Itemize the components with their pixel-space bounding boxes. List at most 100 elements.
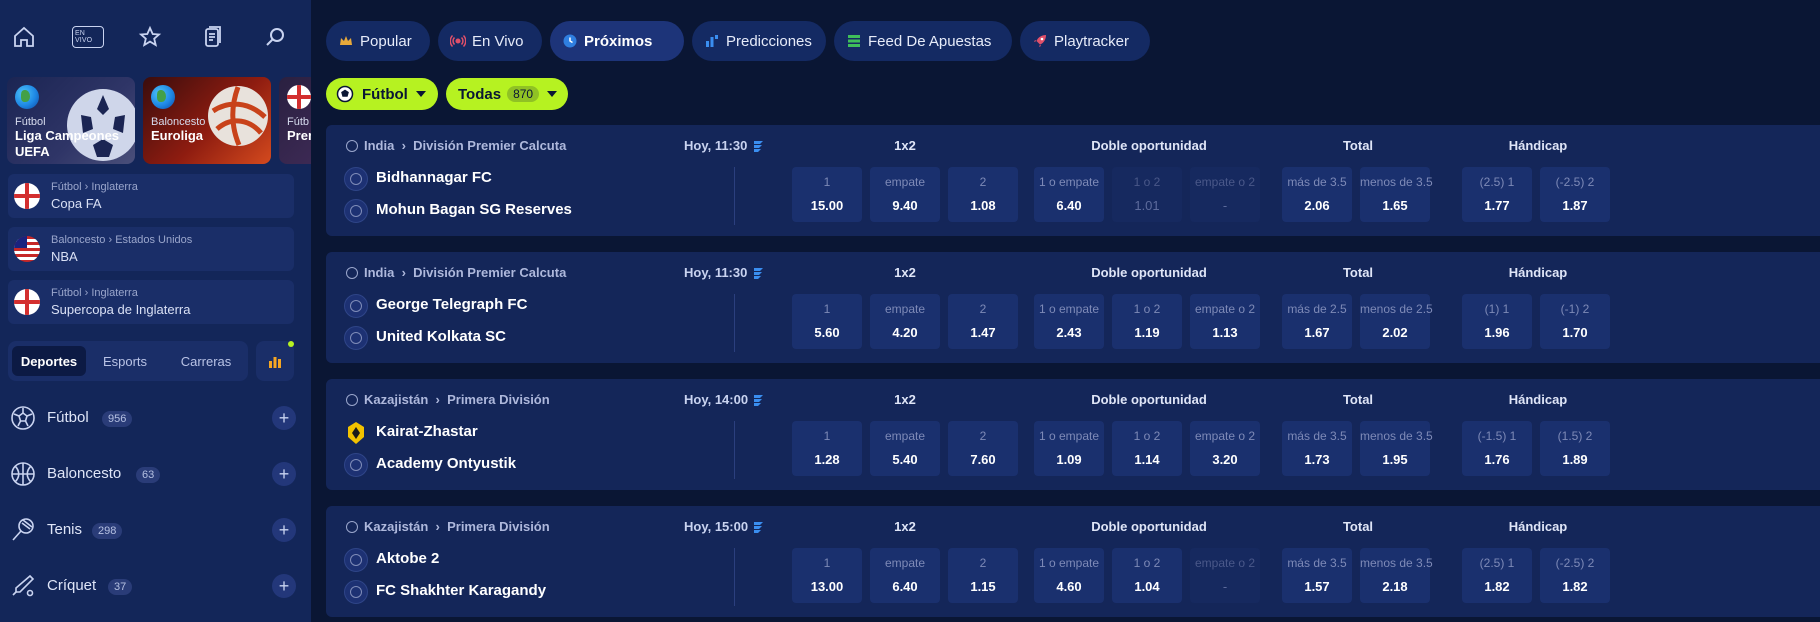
odd-button[interactable]: empate o 2 3.20 (1190, 421, 1260, 476)
odd-button[interactable]: 2 7.60 (948, 421, 1018, 476)
favorite-nba[interactable]: Baloncesto › Estados Unidos NBA (8, 227, 294, 271)
odd-button[interactable]: 2 1.47 (948, 294, 1018, 349)
tab-popular[interactable]: Popular (326, 21, 430, 61)
soccer-ball-icon (346, 521, 358, 533)
odd-button[interactable]: empate 6.40 (870, 548, 940, 603)
odd-button[interactable]: menos de 2.5 2.02 (1360, 294, 1433, 349)
segment-esports[interactable]: Esports (88, 346, 162, 376)
odd-value: 1.28 (814, 452, 840, 467)
promo-card-champions-league[interactable]: Fútbol Liga Campeones UEFA (7, 77, 135, 164)
all-filter-label: Todas (458, 85, 502, 103)
odd-button[interactable]: menos de 3.5 2.18 (1360, 548, 1433, 603)
odd-button[interactable]: 1 1.28 (792, 421, 862, 476)
tab-proximos[interactable]: Próximos (550, 21, 684, 61)
odd-button[interactable]: (2.5) 1 1.82 (1462, 548, 1532, 603)
match-card[interactable]: Kazajistán › Primera División Hoy, 14:00 K… (326, 379, 1820, 490)
odd-button[interactable]: menos de 3.5 1.95 (1360, 421, 1433, 476)
odd-button[interactable]: 1 13.00 (792, 548, 862, 603)
odd-value: 1.19 (1134, 325, 1160, 340)
sport-row-futbol[interactable]: Fútbol 956 + (10, 403, 300, 433)
home-team[interactable]: Kairat-Zhastar (344, 421, 744, 445)
tab-en-vivo[interactable]: En Vivo (438, 21, 542, 61)
odd-button[interactable]: (-1) 2 1.70 (1540, 294, 1610, 349)
odd-button[interactable]: 1 o 2 1.19 (1112, 294, 1182, 349)
odd-button[interactable]: empate o 2 1.13 (1190, 294, 1260, 349)
stats-icon[interactable] (752, 393, 764, 407)
odd-button[interactable]: 1 o 2 1.14 (1112, 421, 1182, 476)
odd-button[interactable]: empate 4.20 (870, 294, 940, 349)
team-logo-icon (344, 453, 368, 477)
sport-row-tenis[interactable]: Tenis 298 + (10, 515, 300, 545)
home-icon[interactable] (10, 22, 38, 52)
odd-button[interactable]: 1 o empate 2.43 (1034, 294, 1104, 349)
odd-button[interactable]: 2 1.08 (948, 167, 1018, 222)
match-card[interactable]: India › División Premier Calcuta Hoy, 11:… (326, 125, 1820, 236)
home-team[interactable]: Aktobe 2 (344, 548, 744, 572)
en-vivo-icon[interactable]: EN VIVO (72, 22, 104, 52)
odd-button[interactable]: más de 3.5 1.73 (1282, 421, 1352, 476)
odd-button[interactable]: menos de 3.5 1.65 (1360, 167, 1433, 222)
odd-button[interactable]: 1 o empate 1.09 (1034, 421, 1104, 476)
odd-button[interactable]: 1 5.60 (792, 294, 862, 349)
home-team[interactable]: Bidhannagar FC (344, 167, 744, 191)
segment-deportes[interactable]: Deportes (12, 346, 86, 376)
notification-dot (288, 341, 294, 347)
expand-plus-icon[interactable]: + (272, 406, 296, 430)
stats-button[interactable] (256, 341, 294, 381)
odd-button[interactable]: 1 o empate 6.40 (1034, 167, 1104, 222)
match-time: Hoy, 11:30 (684, 265, 748, 280)
feed-icon (848, 35, 860, 47)
odd-button[interactable]: más de 2.5 1.67 (1282, 294, 1352, 349)
promo-league: Euroliga (151, 128, 204, 143)
stats-icon[interactable] (752, 520, 764, 534)
stats-icon[interactable] (752, 266, 764, 280)
favorite-supercopa[interactable]: Fútbol › Inglaterra Supercopa de Inglate… (8, 280, 294, 324)
odd-button[interactable]: (-2.5) 2 1.82 (1540, 548, 1610, 603)
odd-button[interactable]: (2.5) 1 1.77 (1462, 167, 1532, 222)
match-card[interactable]: India › División Premier Calcuta Hoy, 11:… (326, 252, 1820, 363)
favorite-copa-fa[interactable]: Fútbol › Inglaterra Copa FA (8, 174, 294, 218)
odd-button[interactable]: más de 3.5 1.57 (1282, 548, 1352, 603)
away-team[interactable]: United Kolkata SC (344, 326, 744, 350)
odd-button[interactable]: (-1.5) 1 1.76 (1462, 421, 1532, 476)
expand-plus-icon[interactable]: + (272, 574, 296, 598)
odd-button[interactable]: (1.5) 2 1.89 (1540, 421, 1610, 476)
odd-value: 1.89 (1562, 452, 1588, 467)
team-logo-icon (344, 548, 368, 572)
betslip-icon[interactable] (199, 22, 227, 52)
odd-button[interactable]: empate 5.40 (870, 421, 940, 476)
sport-filter-dropdown[interactable]: Fútbol (326, 78, 438, 110)
odd-button[interactable]: 1 o 2 1.04 (1112, 548, 1182, 603)
promo-card-euroliga[interactable]: Baloncesto Euroliga (143, 77, 271, 164)
expand-plus-icon[interactable]: + (272, 518, 296, 542)
segment-carreras[interactable]: Carreras (168, 346, 244, 376)
stats-icon[interactable] (752, 139, 764, 153)
odd-label: 2 (979, 302, 987, 316)
promo-card-premier[interactable]: Fútb Prem (279, 77, 311, 164)
tab-label: Playtracker (1054, 32, 1130, 50)
match-card[interactable]: Kazajistán › Primera División Hoy, 15:00 A… (326, 506, 1820, 617)
away-team[interactable]: FC Shakhter Karagandy (344, 580, 744, 604)
odd-button[interactable]: empate 9.40 (870, 167, 940, 222)
search-icon[interactable] (262, 22, 290, 52)
sport-row-baloncesto[interactable]: Baloncesto 63 + (10, 459, 300, 489)
odd-button[interactable]: 2 1.15 (948, 548, 1018, 603)
tab-playtracker[interactable]: Playtracker (1020, 21, 1150, 61)
sport-row-criquet[interactable]: Críquet 37 + (10, 571, 300, 601)
tab-predicciones[interactable]: Predicciones (692, 21, 826, 61)
home-team[interactable]: George Telegraph FC (344, 294, 744, 318)
odd-button[interactable]: más de 3.5 2.06 (1282, 167, 1352, 222)
away-team[interactable]: Academy Ontyustik (344, 453, 744, 477)
team-name: George Telegraph FC (376, 296, 528, 313)
odd-button[interactable]: 1 o empate 4.60 (1034, 548, 1104, 603)
odd-button[interactable]: (-2.5) 2 1.87 (1540, 167, 1610, 222)
expand-plus-icon[interactable]: + (272, 462, 296, 486)
star-icon[interactable] (136, 22, 164, 52)
all-filter-dropdown[interactable]: Todas 870 (446, 78, 568, 110)
tab-feed-apuestas[interactable]: Feed De Apuestas (834, 21, 1012, 61)
odd-button[interactable]: 1 15.00 (792, 167, 862, 222)
match-time: Hoy, 15:00 (684, 519, 749, 534)
away-team[interactable]: Mohun Bagan SG Reserves (344, 199, 744, 223)
odd-label: (-2.5) 2 (1555, 175, 1595, 189)
odd-button[interactable]: (1) 1 1.96 (1462, 294, 1532, 349)
